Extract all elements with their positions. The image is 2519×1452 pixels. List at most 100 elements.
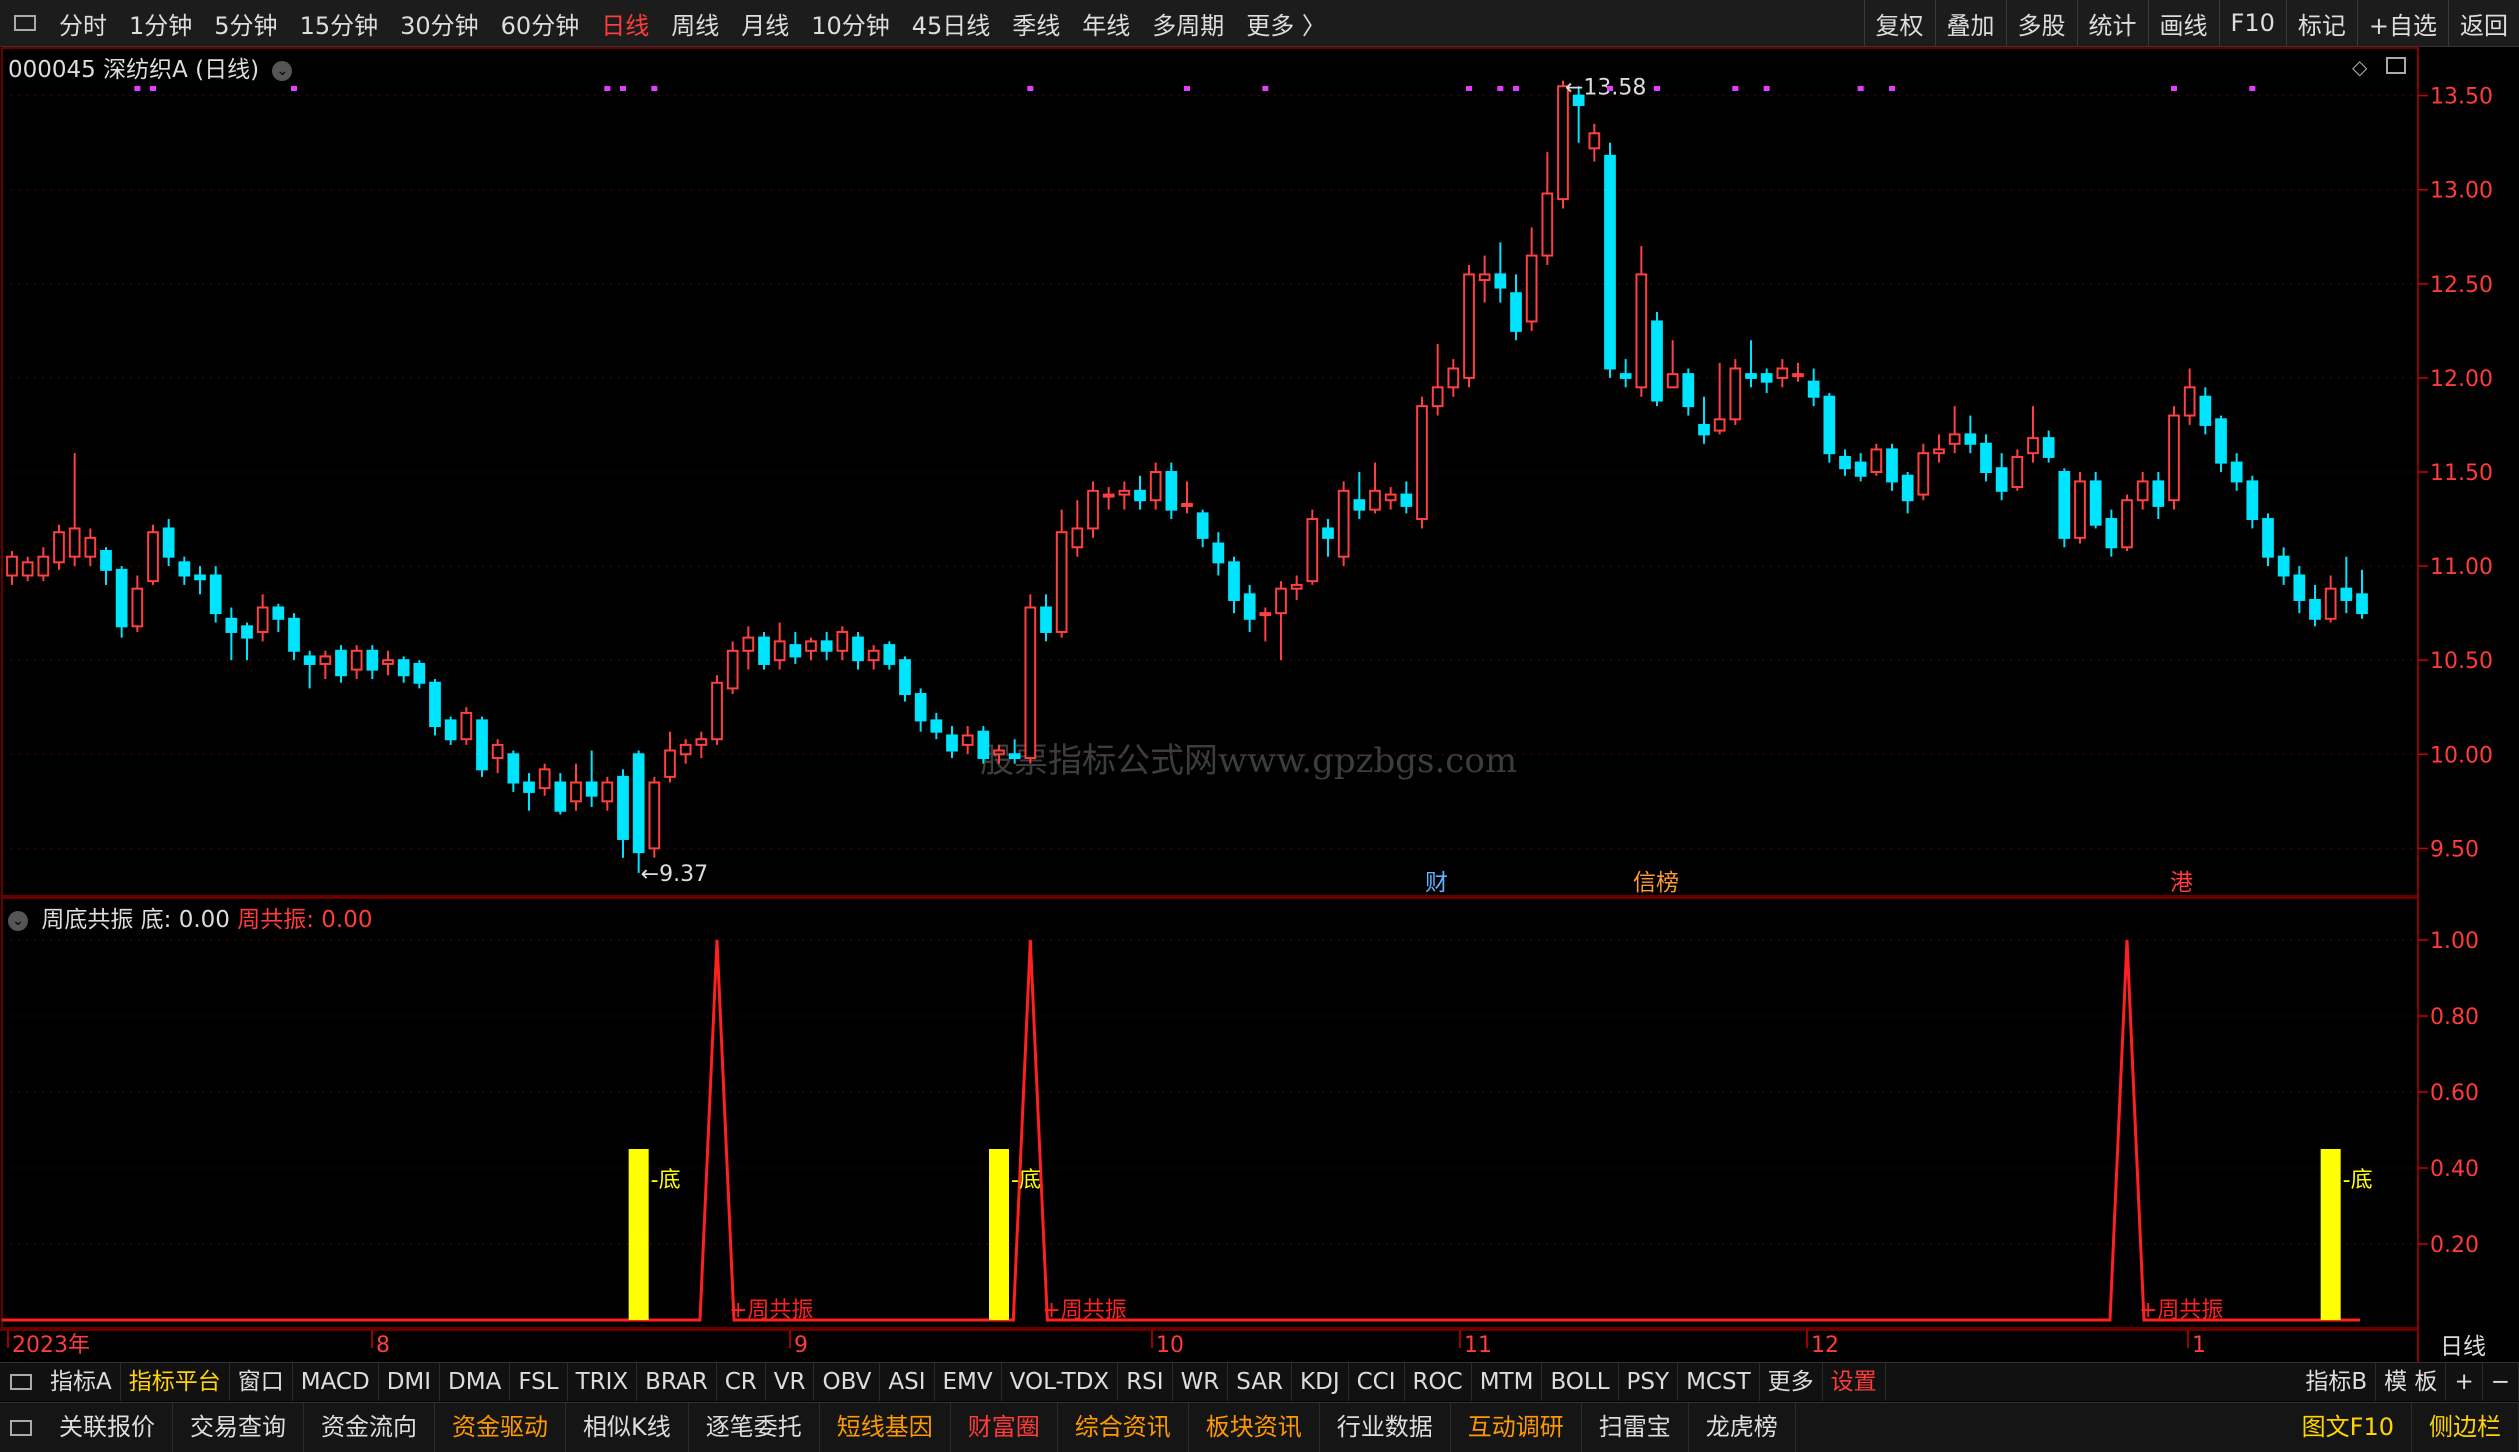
indicator-tab-4[interactable]: DMI: [379, 1363, 441, 1401]
indicator-tab-14[interactable]: VOL-TDX: [1002, 1363, 1119, 1401]
candle-body: [1243, 593, 1256, 620]
indicator-right-button-2[interactable]: +: [2446, 1363, 2483, 1401]
function-tab-4[interactable]: 相似K线: [566, 1403, 689, 1452]
candle-body: [2136, 480, 2149, 502]
candle-body: [37, 555, 50, 577]
candle-body: [601, 781, 614, 803]
candle: [2152, 472, 2165, 520]
function-tab-3[interactable]: 资金驱动: [435, 1403, 566, 1452]
candle: [1729, 359, 1742, 425]
candle: [664, 731, 676, 783]
candle-body: [476, 719, 488, 771]
candle: [131, 575, 144, 632]
function-tab-10[interactable]: 行业数据: [1320, 1403, 1451, 1452]
function-right-button-0[interactable]: 图文F10: [2285, 1403, 2412, 1452]
candle-body: [1259, 612, 1272, 617]
indicator-tab-10[interactable]: VR: [766, 1363, 815, 1401]
function-tab-1[interactable]: 交易查询: [173, 1403, 304, 1452]
candle: [1854, 453, 1867, 482]
function-tab-12[interactable]: 扫雷宝: [1582, 1403, 1689, 1452]
function-tab-5[interactable]: 逐笔委托: [689, 1403, 820, 1452]
indicator-tab-17[interactable]: SAR: [1228, 1363, 1293, 1401]
candle-body: [1447, 367, 1460, 389]
candle-body: [2277, 555, 2290, 577]
indicator-tab-13[interactable]: EMV: [935, 1363, 1002, 1401]
candle-body: [867, 649, 880, 662]
function-tab-9[interactable]: 板块资讯: [1189, 1403, 1320, 1452]
candle: [225, 607, 238, 661]
candle: [523, 773, 535, 811]
function-tab-8[interactable]: 综合资讯: [1058, 1403, 1189, 1452]
candle: [820, 631, 833, 661]
window-icon[interactable]: [10, 1419, 32, 1436]
candle-body: [632, 753, 645, 854]
candle: [899, 656, 911, 702]
candle-body: [1619, 373, 1632, 379]
candle-body: [131, 587, 144, 628]
candle: [617, 769, 629, 858]
candle: [601, 776, 614, 811]
candle-body: [319, 655, 332, 665]
indicator-tab-15[interactable]: RSI: [1118, 1363, 1173, 1401]
candle: [1541, 152, 1554, 265]
indicator-tab-23[interactable]: PSY: [1619, 1363, 1679, 1401]
candle-body: [1870, 448, 1883, 473]
indicator-tab-26[interactable]: 设置: [1823, 1363, 1886, 1401]
indicator-tab-20[interactable]: ROC: [1405, 1363, 1472, 1401]
candle-body: [1306, 518, 1319, 583]
candle-body: [883, 644, 896, 665]
function-tab-0[interactable]: 关联报价: [42, 1403, 173, 1452]
indicator-tab-5[interactable]: DMA: [440, 1363, 511, 1401]
candle: [1275, 581, 1287, 661]
candle: [711, 675, 723, 745]
price-tick-label: 12.00: [2430, 367, 2493, 392]
indicator-right-button-1[interactable]: 模 板: [2376, 1363, 2447, 1401]
function-tab-13[interactable]: 龙虎榜: [1689, 1403, 1796, 1452]
indicator-tab-2[interactable]: 窗口: [230, 1363, 293, 1401]
candle: [2293, 566, 2306, 614]
function-tab-7[interactable]: 财富圈: [951, 1403, 1058, 1452]
function-tab-11[interactable]: 互动调研: [1451, 1403, 1582, 1452]
indicator-tab-24[interactable]: MCST: [1678, 1363, 1760, 1401]
candle: [1948, 406, 1961, 454]
indicator-tab-16[interactable]: WR: [1173, 1363, 1229, 1401]
candle: [1102, 487, 1115, 510]
indicator-tab-7[interactable]: TRIX: [568, 1363, 638, 1401]
indicator-right-button-0[interactable]: 指标B: [2297, 1363, 2377, 1401]
indicator-tab-25[interactable]: 更多: [1760, 1363, 1823, 1401]
candle-body: [1776, 367, 1789, 379]
price-tick-label: 13.00: [2430, 179, 2493, 204]
function-tabs-right: 图文F10 侧边栏: [2285, 1403, 2519, 1452]
indicator-tab-9[interactable]: CR: [717, 1363, 766, 1401]
indicator-tab-19[interactable]: CCI: [1349, 1363, 1405, 1401]
function-tab-2[interactable]: 资金流向: [304, 1403, 435, 1452]
indicator-tab-0[interactable]: 指标A: [42, 1363, 121, 1401]
chart-canvas[interactable]: 13.5013.0012.5012.0011.5011.0010.5010.00…: [0, 0, 2519, 1362]
indicator-tab-1[interactable]: 指标平台: [121, 1363, 230, 1401]
candle-body: [711, 681, 723, 741]
candle-body: [2089, 480, 2102, 526]
event-dot: [2249, 86, 2256, 91]
candle: [1118, 481, 1131, 510]
candle: [1228, 556, 1240, 614]
function-tab-6[interactable]: 短线基因: [820, 1403, 951, 1452]
indicator-tab-11[interactable]: OBV: [814, 1363, 881, 1401]
candle-body: [789, 644, 802, 658]
candle: [413, 660, 426, 689]
function-right-button-1[interactable]: 侧边栏: [2412, 1403, 2519, 1452]
indicator-right-button-3[interactable]: −: [2483, 1363, 2519, 1401]
candle-body: [1118, 489, 1131, 496]
indicator-tab-18[interactable]: KDJ: [1292, 1363, 1349, 1401]
indicator-tab-21[interactable]: MTM: [1472, 1363, 1543, 1401]
indicator-tab-6[interactable]: FSL: [510, 1363, 568, 1401]
window-icon[interactable]: [10, 1374, 32, 1390]
indicator-tab-12[interactable]: ASI: [880, 1363, 935, 1401]
indicator-tab-3[interactable]: MACD: [293, 1363, 379, 1401]
candle-body: [961, 734, 974, 746]
high-price-label: ←13.58: [1565, 76, 1646, 101]
candle-body: [256, 606, 269, 633]
candle-body: [272, 606, 285, 620]
price-tick-label: 13.50: [2430, 85, 2493, 110]
indicator-tab-8[interactable]: BRAR: [637, 1363, 717, 1401]
indicator-tab-22[interactable]: BOLL: [1542, 1363, 1619, 1401]
